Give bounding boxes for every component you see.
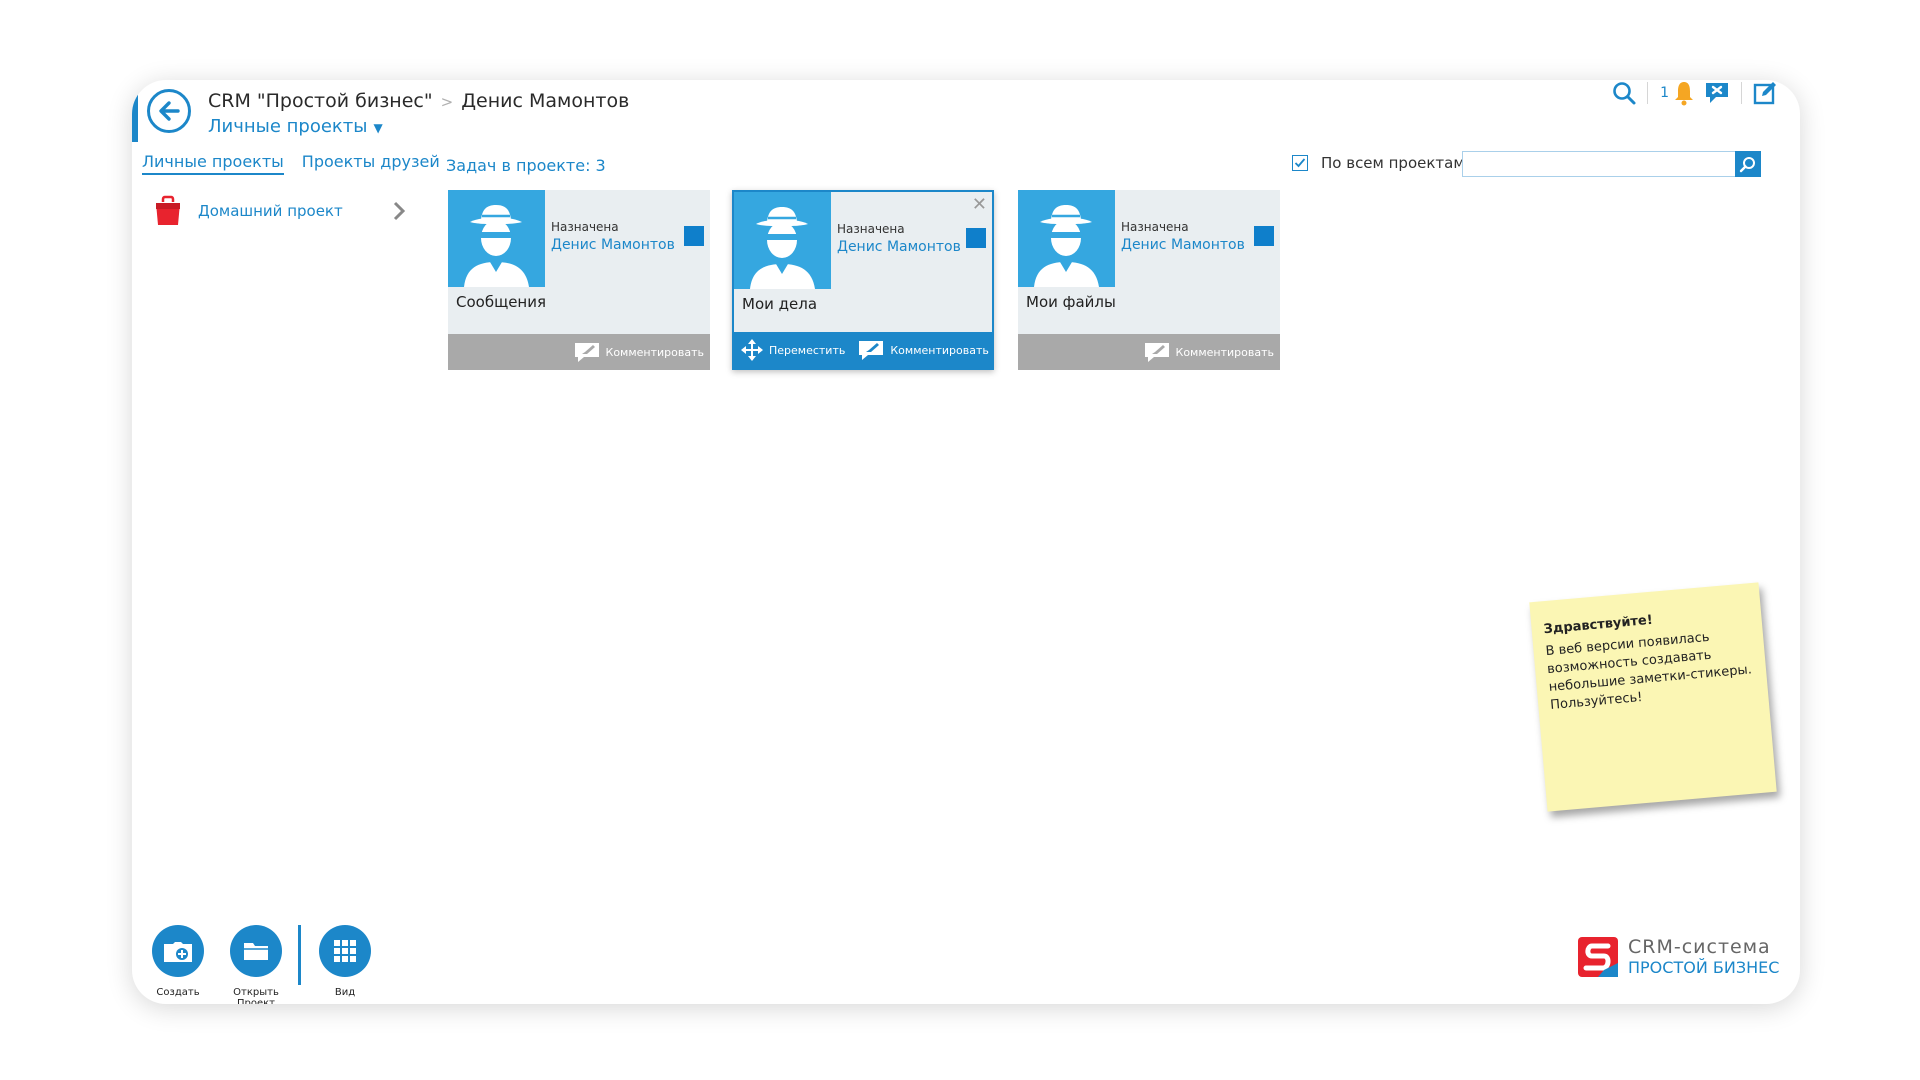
- section-dropdown[interactable]: Личные проекты ▼: [208, 116, 383, 137]
- bell-icon[interactable]: [1673, 80, 1695, 106]
- brand-line-2: ПРОСТОЙ БИЗНЕС: [1628, 958, 1780, 977]
- comment-icon: [859, 341, 884, 360]
- bottom-toolbar: Создать Открыть Проект Вид: [142, 925, 387, 1004]
- briefcase-icon: [156, 195, 180, 225]
- breadcrumb-root[interactable]: CRM "Простой бизнес": [208, 90, 433, 112]
- spy-avatar-icon: [1018, 190, 1115, 287]
- brand-line-1: CRM-система: [1628, 936, 1771, 958]
- assignee-link[interactable]: Денис Мамонтов: [551, 237, 675, 253]
- task-card[interactable]: Назначена Денис Мамонтов Мои файлы Комме…: [1018, 190, 1280, 370]
- task-card[interactable]: Назначена Денис Мамонтов Сообщения Комме…: [448, 190, 710, 370]
- toolbar-separator: [298, 925, 301, 985]
- search-input[interactable]: [1462, 151, 1735, 177]
- search-button[interactable]: [1735, 151, 1761, 177]
- caret-down-icon: ▼: [373, 121, 383, 135]
- breadcrumb-separator: >: [440, 93, 454, 111]
- assigned-label: Назначена: [1121, 220, 1189, 234]
- comment-button[interactable]: Комментировать: [1143, 341, 1274, 363]
- comment-label: Комментировать: [890, 343, 989, 357]
- all-projects-label: По всем проектам: [1321, 154, 1465, 172]
- check-icon: [1294, 158, 1306, 168]
- status-indicator: [684, 226, 704, 246]
- divider: [1741, 82, 1742, 104]
- move-label: Переместить: [769, 343, 846, 357]
- assignee-link[interactable]: Денис Мамонтов: [837, 239, 961, 255]
- spy-avatar-icon: [734, 192, 831, 289]
- comment-label: Комментировать: [1175, 345, 1274, 359]
- create-label: Создать: [156, 987, 200, 998]
- task-card[interactable]: ✕ Назначена Денис Мамонтов Мои дела Пере…: [732, 190, 994, 370]
- move-button[interactable]: Переместить: [740, 338, 845, 362]
- task-count: Задач в проекте: 3: [446, 156, 606, 175]
- chat-icon[interactable]: [1703, 80, 1731, 106]
- sidebar-item-home-project[interactable]: Домашний проект: [154, 192, 406, 230]
- tab-friends-projects[interactable]: Проекты друзей: [302, 152, 440, 175]
- search-icon[interactable]: [1611, 80, 1637, 106]
- move-icon: [741, 339, 763, 361]
- brand-logo: CRM-система ПРОСТОЙ БИЗНЕС: [1578, 936, 1779, 977]
- grid-icon: [319, 925, 371, 977]
- card-title: Сообщения: [456, 293, 547, 311]
- project-tabs: Личные проекты Проекты друзей: [142, 152, 458, 175]
- view-button[interactable]: Вид: [309, 925, 381, 1004]
- divider: [1647, 82, 1649, 104]
- all-projects-filter: По всем проектам: [1292, 154, 1465, 172]
- task-search: [1462, 151, 1761, 177]
- assigned-label: Назначена: [551, 220, 619, 234]
- comment-icon: [1144, 343, 1169, 362]
- card-title: Мои дела: [742, 295, 818, 313]
- top-toolbar: 1: [1611, 80, 1778, 106]
- folder-icon: [230, 925, 282, 977]
- sticky-body: В веб версии появилась возможность созда…: [1544, 629, 1753, 713]
- open-project-button[interactable]: Открыть Проект: [220, 925, 292, 1004]
- back-button[interactable]: [147, 89, 191, 133]
- view-label: Вид: [334, 987, 356, 998]
- card-footer: Переместить Комментировать: [734, 332, 992, 368]
- spy-avatar-icon: [448, 190, 545, 287]
- edit-icon[interactable]: [1752, 80, 1778, 106]
- comment-button[interactable]: Комментировать: [857, 339, 989, 361]
- tab-personal-projects[interactable]: Личные проекты: [142, 152, 284, 175]
- breadcrumb: CRM "Простой бизнес" > Денис Мамонтов: [208, 90, 629, 112]
- open-project-label: Открыть Проект: [233, 987, 279, 1004]
- notification-count: 1: [1660, 85, 1669, 101]
- all-projects-checkbox[interactable]: [1292, 155, 1308, 171]
- create-icon: [152, 925, 204, 977]
- app-window: CRM "Простой бизнес" > Денис Мамонтов Личн…: [132, 80, 1800, 1004]
- arrow-left-icon: [159, 101, 180, 121]
- comment-button[interactable]: Комментировать: [573, 341, 704, 363]
- breadcrumb-user: Денис Мамонтов: [461, 90, 630, 112]
- assignee-link[interactable]: Денис Мамонтов: [1121, 237, 1245, 253]
- card-title: Мои файлы: [1026, 293, 1116, 311]
- close-icon[interactable]: ✕: [972, 196, 987, 214]
- accent-bar: [132, 92, 138, 142]
- logo-icon: [1578, 936, 1618, 977]
- comment-icon: [574, 343, 599, 362]
- status-indicator: [966, 228, 986, 248]
- section-title-label: Личные проекты: [208, 116, 368, 137]
- search-icon: [1739, 157, 1755, 173]
- chevron-right-icon[interactable]: [392, 201, 406, 221]
- comment-label: Комментировать: [605, 345, 704, 359]
- sidebar-item-label: Домашний проект: [198, 202, 343, 220]
- sticky-note[interactable]: Здравствуйте! В веб версии появилась воз…: [1529, 582, 1777, 812]
- assigned-label: Назначена: [837, 222, 905, 236]
- status-indicator: [1254, 226, 1274, 246]
- card-footer: Комментировать: [448, 334, 710, 370]
- create-button[interactable]: Создать: [142, 925, 214, 1004]
- card-footer: Комментировать: [1018, 334, 1280, 370]
